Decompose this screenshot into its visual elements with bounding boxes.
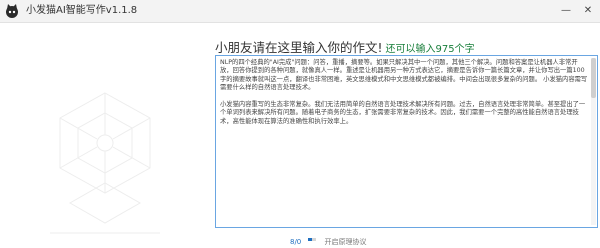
essay-paragraph: NLP的四个经典的"AI完成"问题：问答，重播，摘要等。如果只解决其中一个问题，… [220, 59, 588, 92]
minimize-button[interactable]: — [558, 3, 574, 19]
agreement-link[interactable]: 开启原理协议 [324, 238, 366, 246]
prompt-title: 小朋友请在这里输入你的作文! [215, 40, 383, 55]
window-title: 小发猫AI智能写作v1.1.8 [26, 5, 138, 16]
background-pattern-icon [50, 92, 160, 234]
close-button[interactable]: ✕ [580, 3, 596, 19]
page-counter: 8/0 [290, 238, 302, 246]
sidebar-panel [0, 23, 205, 248]
cat-logo-icon [6, 4, 18, 18]
essay-textarea[interactable]: NLP的四个经典的"AI完成"问题：问答，重播，摘要等。如果只解决其中一个问题，… [215, 55, 598, 228]
progress-fill [308, 237, 313, 241]
editor-scrollbar-thumb[interactable] [591, 58, 596, 98]
footer-bar: 8/0 开启原理协议 [290, 234, 366, 247]
editor-scrollbar[interactable] [591, 58, 596, 225]
remaining-chars-hint: 还可以输入975个字 [385, 44, 475, 55]
progress-bar [308, 237, 317, 241]
title-bar[interactable]: 小发猫AI智能写作v1.1.8 — ✕ [0, 0, 600, 23]
essay-paragraph: 小发猫内容重写的生态非常复杂。我们无法用简单的自然语言处理技术解决所有问题。过去… [220, 101, 586, 125]
